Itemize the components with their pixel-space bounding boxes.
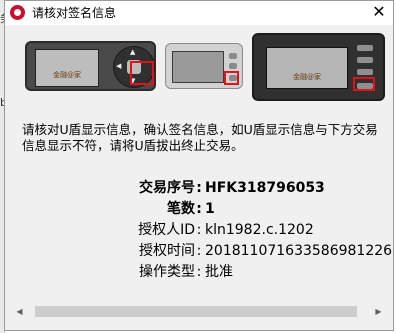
info-row-auth-time: 授权时间 : 20181107163358698122602 <box>5 242 393 262</box>
device-screen <box>172 51 224 83</box>
device-brand: 金融@家 <box>53 71 81 79</box>
ukey-device-illustrations: 金融@家 ▲ ▼ ◀ 金融@家 <box>5 31 393 107</box>
device-button <box>357 69 373 75</box>
auth-time-value: 20181107163358698122602 <box>205 243 393 259</box>
auth-id-label: 授权人ID <box>138 222 195 238</box>
auth-time-label: 授权时间 <box>139 243 195 259</box>
device-screen: 金融@家 <box>35 49 99 87</box>
bank-logo-icon <box>10 5 25 20</box>
colon: : <box>196 201 202 217</box>
horizontal-scrollbar[interactable]: ◀ ▶ <box>11 303 387 320</box>
ok-button-highlight <box>130 61 154 85</box>
info-row-count: 笔数 : 1 <box>5 200 393 220</box>
device-button <box>229 63 237 69</box>
device-button <box>357 45 373 51</box>
dialog-title: 请核对签名信息 <box>32 6 117 20</box>
sign-confirm-dialog: 请核对签名信息 ✕ 金融@家 ▲ ▼ ◀ 金融@家 请核对U盾显示信息，确认签名… <box>4 0 394 331</box>
ok-button-highlight <box>353 77 375 91</box>
close-button[interactable]: ✕ <box>365 1 393 25</box>
scrollbar-thumb[interactable] <box>35 306 357 317</box>
ok-button-highlight <box>224 71 239 85</box>
serial-value: HFK318796053 <box>205 180 325 196</box>
scroll-left-icon[interactable]: ◀ <box>11 303 28 320</box>
colon: : <box>196 264 202 280</box>
device-button <box>357 57 373 63</box>
serial-label: 交易序号 <box>139 180 195 196</box>
count-value: 1 <box>205 201 215 217</box>
instruction-text: 请核对U盾显示信息，确认签名信息，如U盾显示信息与下方交易信息显示不符，请将U盾… <box>22 122 378 153</box>
count-label: 笔数 <box>167 201 195 217</box>
colon: : <box>196 243 202 259</box>
title-bar[interactable]: 请核对签名信息 ✕ <box>5 1 393 25</box>
device-screen: 金融@家 <box>266 47 348 89</box>
info-row-serial: 交易序号 : HFK318796053 <box>5 179 393 199</box>
info-row-op-type: 操作类型 : 批准 <box>5 263 393 283</box>
scroll-right-icon[interactable]: ▶ <box>370 303 387 320</box>
device-brand: 金融@家 <box>293 73 321 81</box>
auth-id-value: kln1982.c.1202 <box>205 222 314 238</box>
colon: : <box>196 180 202 196</box>
op-type-value: 批准 <box>205 264 233 280</box>
colon: : <box>196 222 202 238</box>
device-button <box>229 53 237 59</box>
info-row-auth-id: 授权人ID : kln1982.c.1202 <box>5 221 393 241</box>
op-type-label: 操作类型 <box>139 264 195 280</box>
